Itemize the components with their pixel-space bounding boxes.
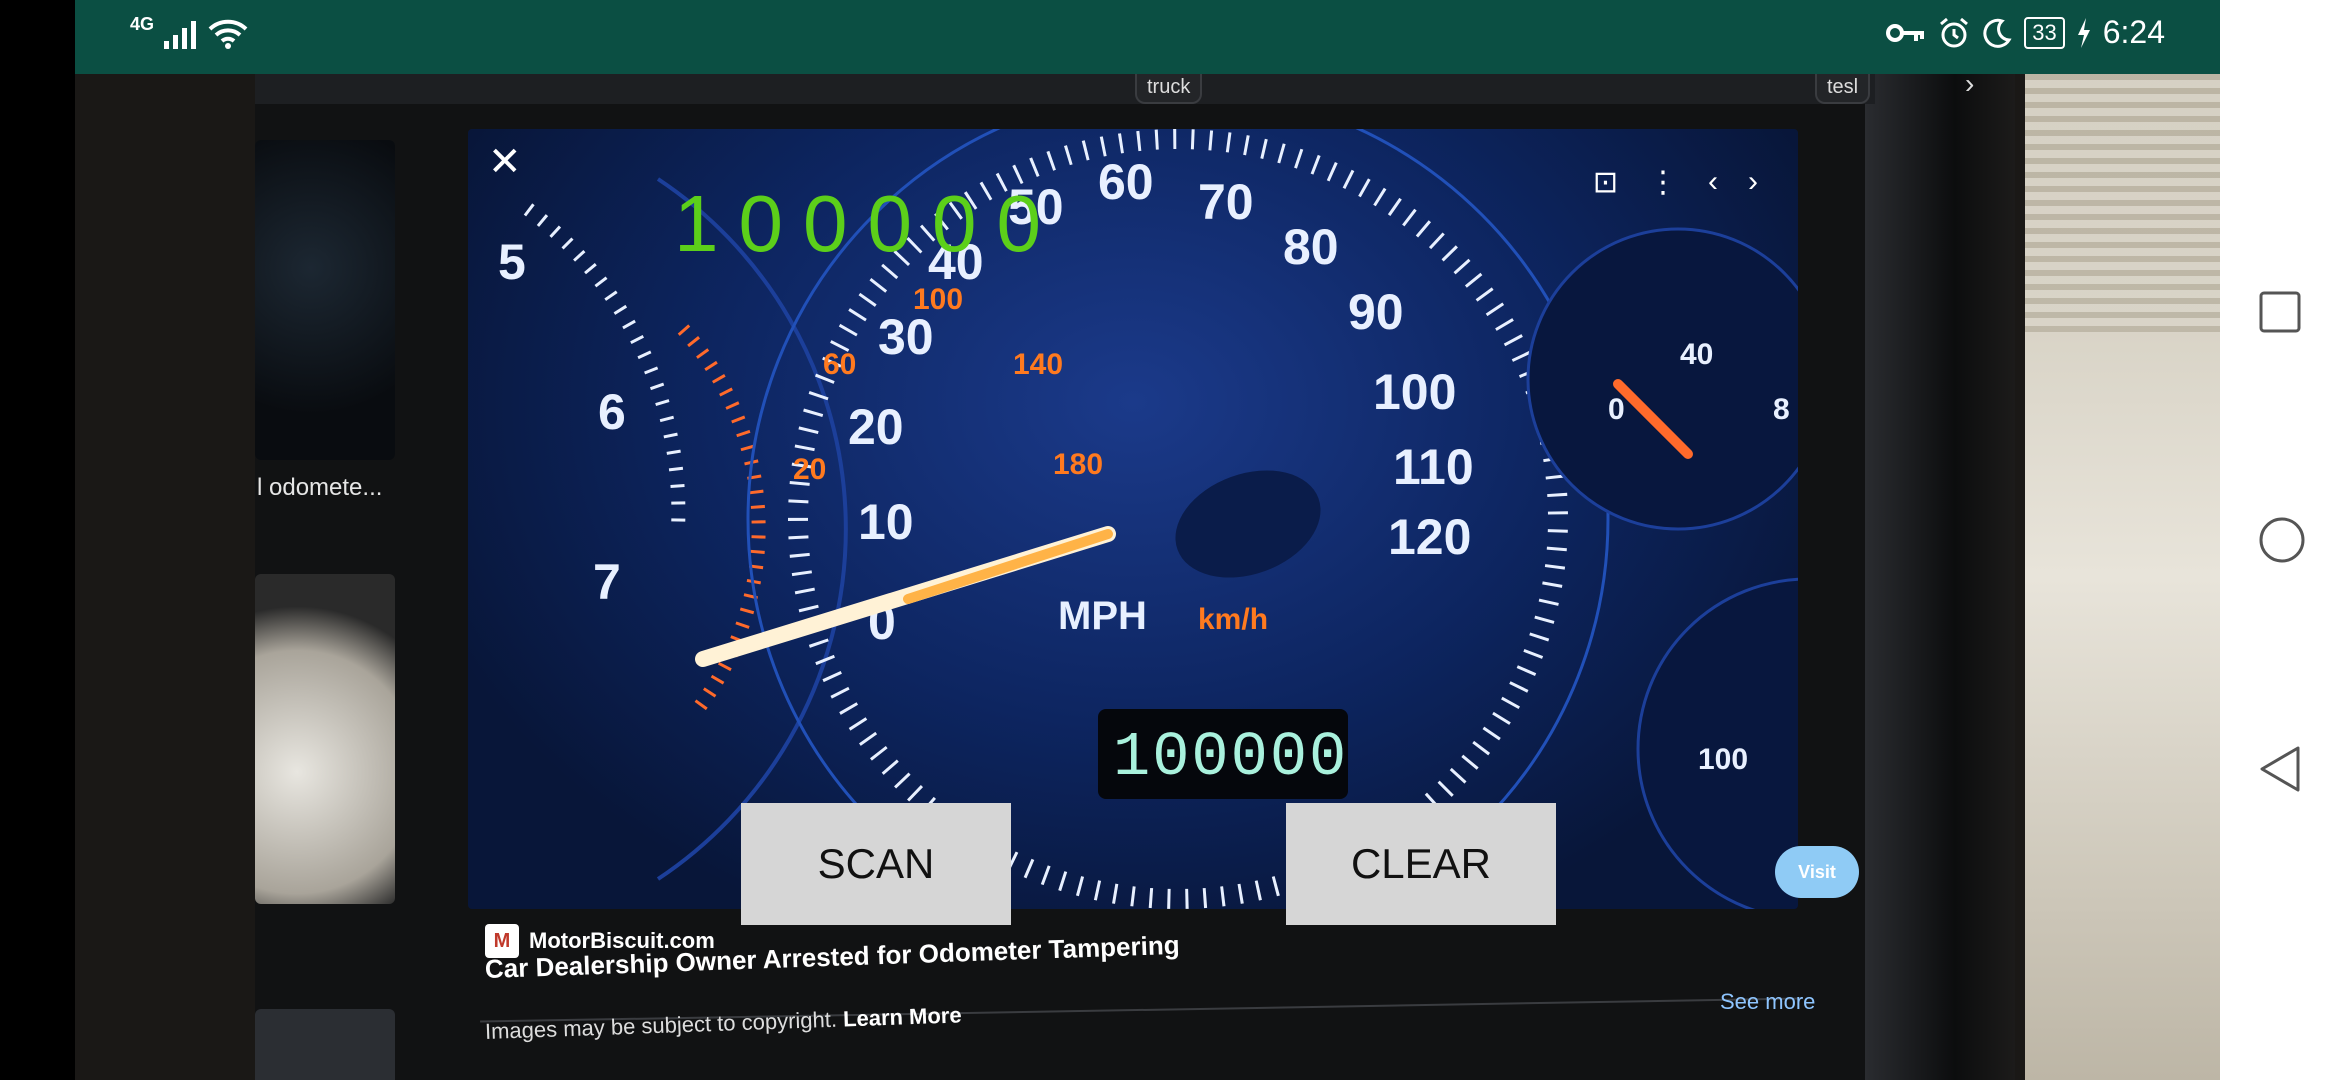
chevron-right-icon: ›	[1965, 74, 1975, 99]
alarm-icon	[1940, 17, 1969, 47]
thumbnail-image	[255, 140, 395, 460]
thumbnail-image	[255, 574, 395, 904]
status-left: 4G	[130, 14, 248, 50]
oil-gauge-label: 8	[1773, 393, 1790, 426]
status-bar: 4G 33 6:24	[75, 0, 2220, 74]
browser-chip-strip: truck tesl ›	[255, 74, 1974, 104]
mph-label: 10	[858, 494, 914, 550]
close-icon[interactable]: ✕	[488, 139, 522, 185]
kmh-label: 180	[1053, 448, 1103, 481]
kmh-label: 60	[823, 348, 856, 381]
home-icon[interactable]	[2258, 516, 2306, 564]
oil-gauge-label: 40	[1680, 338, 1713, 371]
recent-apps-icon[interactable]	[2258, 290, 2302, 334]
right-gauge-label: 100	[1698, 743, 1748, 776]
battery-icon: 33	[2024, 16, 2065, 49]
kmh-label: 100	[913, 283, 963, 316]
see-more-link: See more	[1720, 989, 1816, 1014]
dashboard-gauges: 5 6 7 0 10 20 30 40 50 60 70 80 90 100 1…	[498, 129, 1798, 909]
needle-hub	[1175, 470, 1321, 578]
ocr-reading: 100000	[674, 179, 1061, 268]
mph-label: 80	[1283, 219, 1339, 275]
navigation-bar	[2220, 0, 2340, 1080]
unit-kmh: km/h	[1198, 603, 1268, 636]
back-icon[interactable]	[2258, 745, 2302, 793]
moon-icon	[1983, 18, 2012, 48]
clock-time: 6:24	[2102, 14, 2165, 50]
clear-button[interactable]: CLEAR	[1286, 803, 1556, 925]
window-blinds	[2025, 74, 2220, 334]
odometer-value: 100000	[1113, 722, 1348, 793]
wifi-icon	[208, 19, 248, 49]
chip-tesla: tesl	[1815, 74, 1871, 104]
more-icon[interactable]: ⋮	[1648, 165, 1678, 200]
signal-icon	[164, 21, 197, 49]
next-icon[interactable]: ›	[1748, 165, 1758, 200]
mph-label: 100	[1373, 364, 1456, 420]
image-toolbar: ⊡ ⋮ ‹ ›	[1593, 165, 1758, 200]
speedometer-photo: 5 6 7 0 10 20 30 40 50 60 70 80 90 100 1…	[468, 129, 1798, 909]
tach-label: 5	[498, 234, 526, 290]
scan-button[interactable]: SCAN	[741, 803, 1011, 925]
kmh-label: 20	[793, 453, 826, 486]
vpn-key-icon	[1886, 23, 1925, 42]
previous-icon[interactable]: ‹	[1708, 165, 1718, 200]
learn-more-link: Learn More	[842, 1002, 963, 1032]
oil-gauge	[1526, 227, 1798, 531]
oil-gauge-label: 0	[1608, 393, 1625, 426]
charging-icon	[2077, 17, 2090, 48]
mph-label: 30	[878, 309, 934, 365]
thumbnail-image	[255, 1009, 395, 1080]
tach-label: 7	[593, 554, 621, 610]
mph-label: 60	[1098, 154, 1154, 210]
kmh-label: 140	[1013, 348, 1063, 381]
monitor-bezel	[1865, 74, 2015, 1080]
mph-label: 70	[1198, 174, 1254, 230]
unit-mph: MPH	[1058, 594, 1147, 638]
chip-truck: truck	[1135, 74, 1203, 104]
thumbnail-caption: l odomete...	[257, 474, 383, 501]
status-right: 33 6:24	[1886, 14, 2165, 51]
mph-label: 90	[1348, 284, 1404, 340]
visit-button[interactable]: Visit	[1775, 846, 1859, 898]
mph-label: 120	[1388, 509, 1471, 565]
tach-label: 6	[598, 384, 626, 440]
mph-label: 20	[848, 399, 904, 455]
camera-preview: truck tesl › l odomete... 5 6 7 0 10 20 …	[75, 74, 2220, 1080]
lens-icon[interactable]: ⊡	[1593, 165, 1618, 200]
network-type: 4G	[130, 13, 155, 34]
mph-label: 110	[1393, 439, 1474, 495]
